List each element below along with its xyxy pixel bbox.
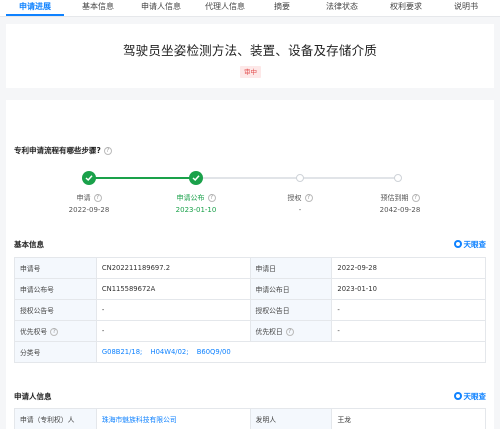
- table-label: 优先权号?: [14, 320, 97, 342]
- step-label-grant: 授权?: [260, 193, 340, 203]
- table-row: 分类号 G08B21/18; H04W4/02; B60Q9/00: [14, 341, 487, 363]
- status-badge: 审中: [240, 66, 261, 78]
- table-value: -: [95, 320, 251, 342]
- tab-abstract[interactable]: 摘要: [258, 0, 306, 16]
- classification-link[interactable]: B60Q9/00: [197, 348, 231, 356]
- table-label: 授权公告日: [249, 299, 333, 321]
- table-row: 申请号 CN202211189697.2 申请日 2022-09-28: [14, 257, 486, 279]
- classification-link[interactable]: G08B21/18;: [102, 348, 142, 356]
- table-value: 王龙: [331, 408, 486, 429]
- step-date-expiry: 2042-09-28: [379, 206, 421, 214]
- table-label: 发明人: [249, 408, 333, 429]
- applicant-info-heading: 申请人信息: [14, 392, 52, 401]
- table-label: 优先权日?: [249, 320, 333, 342]
- table-label: 申请公布日: [249, 278, 333, 300]
- basic-info-table: 申请号 CN202211189697.2 申请日 2022-09-28 申请公布…: [14, 257, 487, 363]
- table-label: 授权公告号: [14, 299, 97, 321]
- table-value: 2022-09-28: [331, 257, 486, 279]
- table-label: 申请日: [249, 257, 333, 279]
- step-date-grant: -: [298, 206, 302, 214]
- table-value: 2023-01-10: [331, 278, 486, 300]
- step-pending-icon: [394, 174, 402, 182]
- help-icon[interactable]: ?: [207, 194, 216, 202]
- help-icon[interactable]: ?: [103, 147, 112, 155]
- classification-codes: G08B21/18; H04W4/02; B60Q9/00: [95, 341, 487, 363]
- applicant-info-table: 申请（专利权）人 珠海市魅族科技有限公司 发明人 王龙: [14, 408, 486, 429]
- applicant-link[interactable]: 珠海市魅族科技有限公司: [102, 416, 177, 424]
- table-value: -: [331, 299, 486, 321]
- step-done-icon: [82, 171, 96, 185]
- step-done-icon: [189, 171, 203, 185]
- help-icon[interactable]: ?: [304, 194, 313, 202]
- step-label-expiry: 预估到期?: [360, 193, 440, 203]
- tab-application-progress[interactable]: 申请进展: [4, 0, 66, 16]
- help-icon[interactable]: ?: [93, 194, 102, 202]
- brand-logo: 天眼查: [453, 239, 486, 250]
- table-value: -: [331, 320, 486, 342]
- process-question-text: 专利申请流程有哪些步骤?: [14, 146, 101, 155]
- tab-basic-info[interactable]: 基本信息: [70, 0, 126, 16]
- table-label: 申请（专利权）人: [14, 408, 97, 429]
- table-value: CN115589672A: [95, 278, 251, 300]
- process-question: 专利申请流程有哪些步骤??: [14, 145, 112, 156]
- classification-link[interactable]: H04W4/02;: [151, 348, 189, 356]
- tianyancha-logo-icon: [453, 240, 462, 248]
- patent-title: 驾驶员坐姿检测方法、装置、设备及存储介质: [122, 43, 377, 58]
- step-pending-icon: [296, 174, 304, 182]
- tab-description[interactable]: 说明书: [440, 0, 492, 16]
- tianyancha-logo-icon: [453, 392, 462, 400]
- brand-logo: 天眼查: [453, 391, 486, 402]
- table-label: 申请公布号: [14, 278, 97, 300]
- progress-line-done: [89, 177, 196, 179]
- step-label-publish: 申请公布?: [156, 193, 236, 203]
- table-row: 申请（专利权）人 珠海市魅族科技有限公司 发明人 王龙: [14, 408, 486, 429]
- table-label: 申请号: [14, 257, 97, 279]
- table-row: 申请公布号 CN115589672A 申请公布日 2023-01-10: [14, 278, 486, 300]
- step-label-apply: 申请?: [49, 193, 129, 203]
- tab-applicant-info[interactable]: 申请人信息: [130, 0, 192, 16]
- tab-claims[interactable]: 权利要求: [376, 0, 436, 16]
- table-value: 珠海市魅族科技有限公司: [95, 408, 251, 429]
- table-row: 优先权号? - 优先权日? -: [14, 320, 486, 342]
- step-date-apply: 2022-09-28: [68, 206, 110, 214]
- help-icon[interactable]: ?: [285, 328, 294, 336]
- step-date-publish: 2023-01-10: [175, 206, 217, 214]
- table-row: 授权公告号 - 授权公告日 -: [14, 299, 486, 321]
- tab-bar: 申请进展 基本信息 申请人信息 代理人信息 摘要 法律状态 权利要求 说明书: [0, 0, 500, 17]
- tab-agent-info[interactable]: 代理人信息: [194, 0, 256, 16]
- table-value: -: [95, 299, 251, 321]
- tab-legal-status[interactable]: 法律状态: [312, 0, 372, 16]
- help-icon[interactable]: ?: [411, 194, 420, 202]
- table-value: CN202211189697.2: [95, 257, 251, 279]
- basic-info-heading: 基本信息: [14, 240, 44, 249]
- table-label: 分类号: [14, 341, 97, 363]
- help-icon[interactable]: ?: [50, 328, 59, 336]
